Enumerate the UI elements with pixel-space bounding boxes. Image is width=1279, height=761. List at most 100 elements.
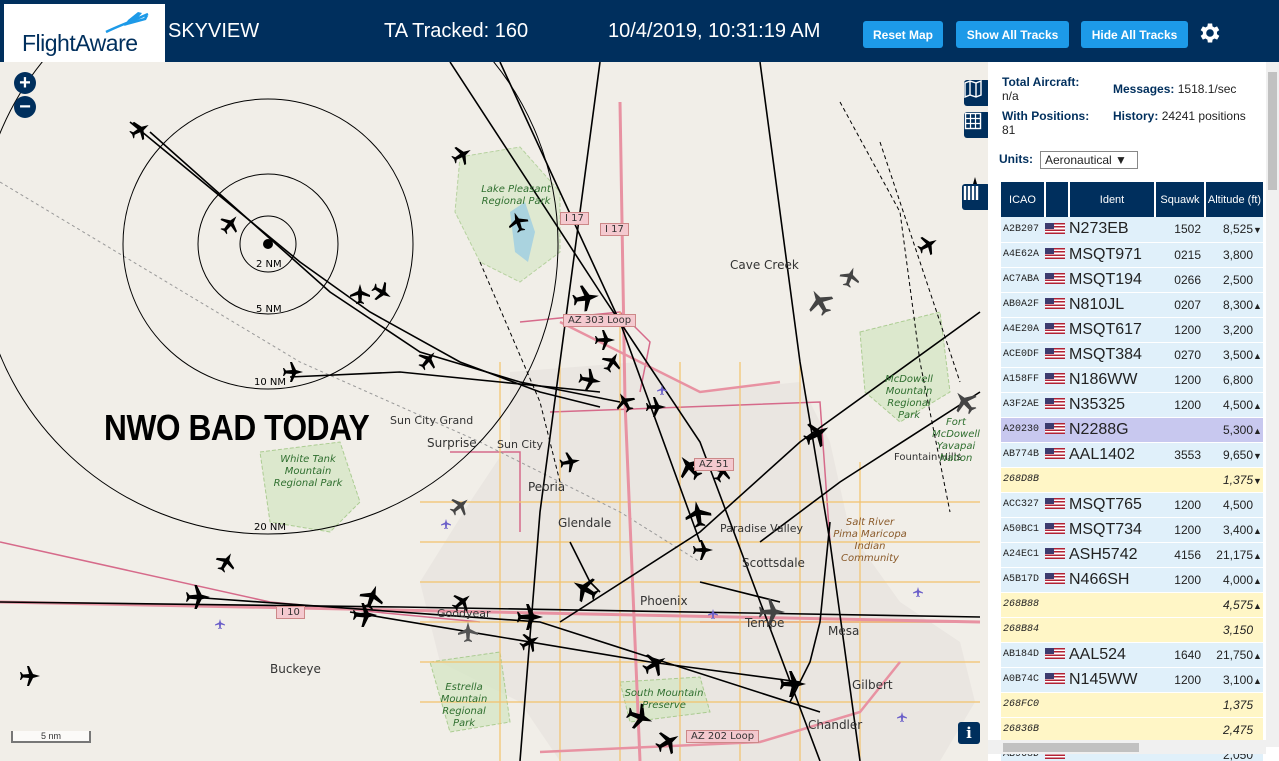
icao-cell: 268B84 xyxy=(1001,617,1045,643)
ident-cell: MSQT971 xyxy=(1069,242,1155,268)
app-title: SKYVIEW xyxy=(168,20,260,42)
us-flag-icon xyxy=(1045,223,1065,235)
map-layer-button[interactable] xyxy=(964,80,988,106)
table-row[interactable]: 26836B 2,475 xyxy=(1001,717,1263,743)
info-button[interactable]: i xyxy=(958,722,980,744)
icao-cell: A24EC1 xyxy=(1001,542,1045,568)
zoom-out-button[interactable]: − xyxy=(14,96,36,118)
place-label: Gilbert xyxy=(852,678,893,692)
table-row[interactable]: 268B84 3,150 xyxy=(1001,617,1263,643)
messages-stat: Messages: 1518.1/sec xyxy=(1113,82,1236,96)
table-row[interactable]: 268FC0 1,375 xyxy=(1001,692,1263,718)
vertical-scrollbar-thumb[interactable] xyxy=(1268,72,1277,190)
place-label: Surprise xyxy=(427,436,477,450)
ident-cell: AAL524 xyxy=(1069,642,1155,668)
stat-value: 81 xyxy=(1002,123,1016,137)
grid-layer-button[interactable] xyxy=(964,112,988,138)
icao-cell: 26836B xyxy=(1001,717,1045,743)
us-flag-icon xyxy=(1045,573,1065,585)
altitude-cell: 2,475 xyxy=(1205,717,1263,743)
table-row[interactable]: A5B17D N466SH 1200 4,000▲ xyxy=(1001,567,1263,593)
icao-cell: 268B88 xyxy=(1001,592,1045,618)
altitude-trend-icon: ▼ xyxy=(1253,475,1262,486)
columns-toggle-button[interactable] xyxy=(962,184,988,210)
park-label: McDowell Mountain Regional Park xyxy=(885,374,933,421)
table-row[interactable]: ACC327 MSQT765 1200 4,500 xyxy=(1001,492,1263,518)
altitude-trend-icon: ▼ xyxy=(1253,225,1262,236)
horizontal-scrollbar-thumb[interactable] xyxy=(1003,743,1139,752)
gear-icon[interactable] xyxy=(1197,20,1223,46)
show-all-tracks-button[interactable]: Show All Tracks xyxy=(956,21,1069,48)
altitude-cell: 4,000▲ xyxy=(1205,567,1263,593)
squawk-cell xyxy=(1155,717,1205,743)
altitude-value: 21,175 xyxy=(1216,547,1253,562)
icao-cell: 268D8B xyxy=(1001,467,1045,493)
column-header-ident[interactable]: Ident xyxy=(1069,182,1156,217)
table-row[interactable]: A4E20A MSQT617 1200 3,200 xyxy=(1001,317,1263,343)
table-row[interactable]: ACE0DF MSQT384 0270 3,500▲ xyxy=(1001,342,1263,368)
column-header-altitude[interactable]: Altitude (ft) xyxy=(1205,182,1263,217)
us-flag-icon xyxy=(1045,498,1065,510)
column-header-squawk[interactable]: Squawk xyxy=(1155,182,1206,217)
map-icon xyxy=(964,80,982,98)
ident-cell: MSQT194 xyxy=(1069,267,1155,293)
altitude-cell: 4,500▲ xyxy=(1205,392,1263,418)
squawk-cell: 1200 xyxy=(1155,367,1205,393)
table-row[interactable]: AC7ABA MSQT194 0266 2,500 xyxy=(1001,267,1263,293)
altitude-cell: 8,300▲ xyxy=(1205,292,1263,318)
icao-cell: A4E20A xyxy=(1001,317,1045,343)
altitude-value: 3,400 xyxy=(1222,522,1253,537)
squawk-cell xyxy=(1155,592,1205,618)
flightaware-logo[interactable]: FlightAware xyxy=(4,4,165,62)
map-view[interactable]: + − 2 NM 5 NM 10 NM 20 NM Cave Creek Sun… xyxy=(0,62,988,761)
table-row[interactable]: A4E62A MSQT971 0215 3,800 xyxy=(1001,242,1263,268)
altitude-value: 3,100 xyxy=(1222,672,1253,687)
flag-cell xyxy=(1045,567,1069,593)
altitude-trend-icon: ▲ xyxy=(1253,525,1262,536)
table-row[interactable]: A0B74C N145WW 1200 3,100▲ xyxy=(1001,667,1263,693)
clock: 10/4/2019, 10:31:19 AM xyxy=(608,20,821,42)
table-row[interactable]: A50BC1 MSQT734 1200 3,400▲ xyxy=(1001,517,1263,543)
place-label: Sun City xyxy=(497,438,543,451)
table-row[interactable]: A24EC1 ASH5742 4156 21,175▲ xyxy=(1001,542,1263,568)
table-row[interactable]: AB0A2F N810JL 0207 8,300▲ xyxy=(1001,292,1263,318)
altitude-cell: 3,100▲ xyxy=(1205,667,1263,693)
altitude-value: 4,575 xyxy=(1222,597,1253,612)
altitude-value: 4,500 xyxy=(1222,397,1253,412)
icao-cell: A4E62A xyxy=(1001,242,1045,268)
hide-all-tracks-button[interactable]: Hide All Tracks xyxy=(1081,21,1188,48)
place-label: Scottsdale xyxy=(742,556,805,570)
squawk-cell: 3553 xyxy=(1155,442,1205,468)
ident-cell: ASH5742 xyxy=(1069,542,1155,568)
place-label: Mesa xyxy=(828,624,860,638)
altitude-cell: 2,500 xyxy=(1205,267,1263,293)
flag-cell xyxy=(1045,467,1069,493)
altitude-value: 4,000 xyxy=(1222,572,1253,587)
ident-cell: N273EB xyxy=(1069,217,1155,243)
ident-cell: N145WW xyxy=(1069,667,1155,693)
table-row[interactable]: A3F2AE N35325 1200 4,500▲ xyxy=(1001,392,1263,418)
table-row[interactable]: 268B88 4,575▲ xyxy=(1001,592,1263,618)
table-row[interactable]: A2B207 N273EB 1502 8,525▼ xyxy=(1001,217,1263,243)
flag-cell xyxy=(1045,242,1069,268)
table-row[interactable]: 268D8B 1,375▼ xyxy=(1001,467,1263,493)
altitude-cell: 6,800 xyxy=(1205,367,1263,393)
altitude-value: 3,150 xyxy=(1222,622,1253,637)
table-row[interactable]: AB184D AAL524 1640 21,750▲ xyxy=(1001,642,1263,668)
ident-cell: N35325 xyxy=(1069,392,1155,418)
table-row[interactable]: A20230 N2288G 5,300▲ xyxy=(1001,417,1263,443)
icao-cell: A3F2AE xyxy=(1001,392,1045,418)
squawk-cell: 1200 xyxy=(1155,517,1205,543)
table-row[interactable]: AB774B AAL1402 3553 9,650▼ xyxy=(1001,442,1263,468)
column-header-icao[interactable]: ICAO xyxy=(1001,182,1046,217)
icao-cell: 268FC0 xyxy=(1001,692,1045,718)
column-header-flag[interactable] xyxy=(1045,182,1070,217)
table-row[interactable]: A158FF N186WW 1200 6,800 xyxy=(1001,367,1263,393)
altitude-value: 3,200 xyxy=(1222,322,1253,337)
squawk-cell: 1502 xyxy=(1155,217,1205,243)
reset-map-button[interactable]: Reset Map xyxy=(863,21,943,48)
grid-icon xyxy=(964,112,982,130)
zoom-in-button[interactable]: + xyxy=(14,72,36,94)
icao-cell: ACC327 xyxy=(1001,492,1045,518)
units-select[interactable]: Aeronautical ▼ xyxy=(1040,151,1138,169)
